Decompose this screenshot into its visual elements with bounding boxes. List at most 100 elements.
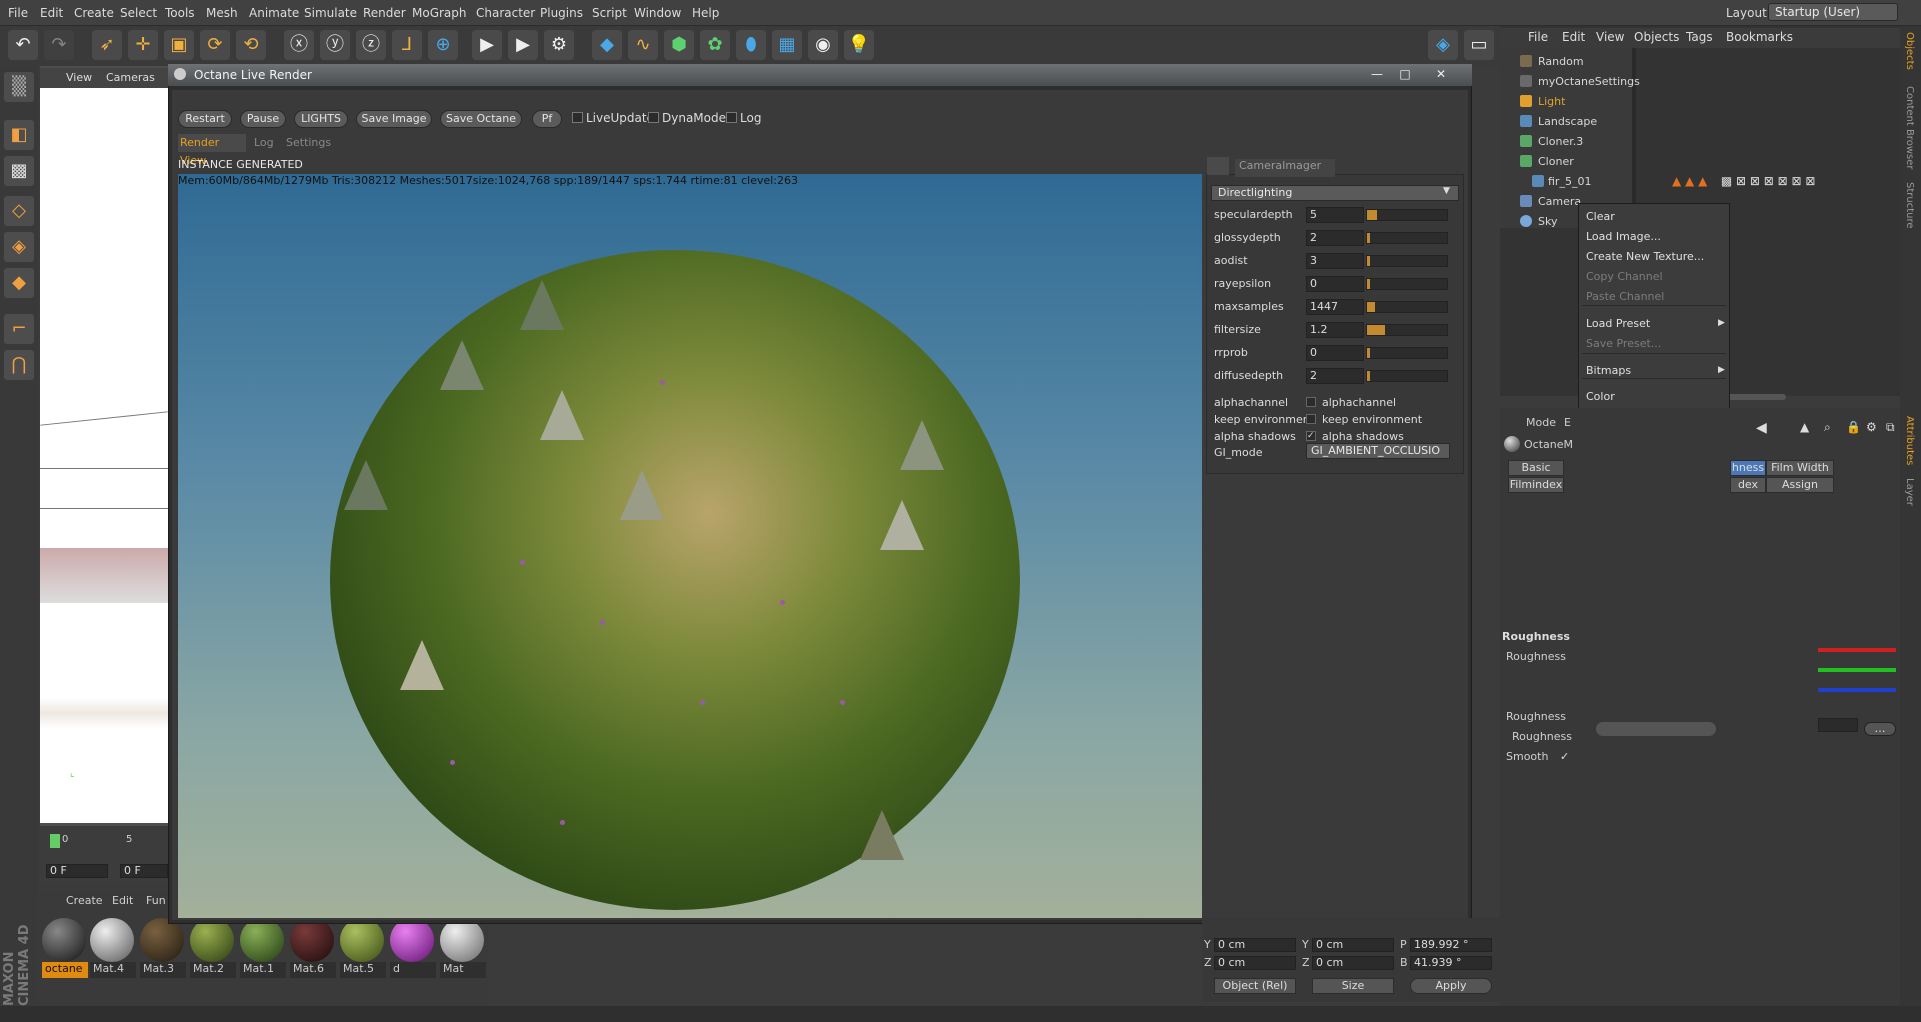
frame-current-field[interactable]: 0 F (120, 864, 168, 878)
object-mode-icon[interactable]: ◧ (4, 120, 34, 150)
material-swatch[interactable] (190, 918, 234, 962)
apply-button[interactable]: Apply (1410, 978, 1492, 994)
frame-start-field[interactable]: 0 F (46, 864, 108, 878)
tab-render-view[interactable]: Render View (178, 134, 246, 167)
points-mode-icon[interactable]: ◇ (4, 196, 34, 226)
panel-tab-handle[interactable] (1207, 157, 1229, 175)
mat-menu-edit[interactable]: Edit (112, 894, 133, 907)
octane-title-bar[interactable]: Octane Live Render — □ ✕ (168, 64, 1472, 86)
context-menu-item[interactable]: Create New Texture... (1586, 250, 1704, 263)
param-slider[interactable] (1366, 301, 1448, 313)
undo-icon[interactable]: ↶ (8, 30, 38, 60)
lock-icon[interactable]: 🔒 (1846, 420, 1861, 434)
om-menu-edit[interactable]: Edit (1562, 30, 1585, 44)
coordinate-system-icon[interactable]: ⅃ (392, 30, 422, 60)
material-label[interactable]: Mat.6 (290, 962, 336, 978)
dynamode-checkbox[interactable] (648, 112, 659, 123)
render-view-icon[interactable]: ▶ (472, 30, 502, 60)
tab-cameraimager[interactable]: CameraImager (1235, 159, 1335, 177)
param-value-field[interactable]: 2 (1306, 230, 1364, 246)
maximize-icon[interactable]: □ (1394, 66, 1416, 82)
polygons-mode-icon[interactable]: ◆ (4, 268, 34, 298)
search-icon[interactable]: ⌕ (1824, 420, 1831, 435)
viewport-menu-cameras[interactable]: Cameras (106, 71, 155, 84)
material-label[interactable]: octane (42, 962, 88, 978)
object-item[interactable]: Landscape (1538, 115, 1597, 128)
side-tab-attributes[interactable]: Attributes (1904, 416, 1915, 465)
toggle-checkbox[interactable]: ✓ (1306, 431, 1316, 441)
menu-character[interactable]: Character (476, 6, 535, 20)
octane-icon[interactable]: ◈ (1428, 30, 1458, 60)
spline-icon[interactable]: ∿ (628, 30, 658, 60)
param-slider[interactable] (1366, 370, 1448, 382)
material-swatch[interactable] (140, 918, 184, 962)
cone-tag-icon[interactable]: ▲ ▲ ▲ (1672, 174, 1707, 188)
side-tab-content-browser[interactable]: Content Browser (1904, 86, 1915, 169)
position-z-field[interactable]: 0 cm (1214, 956, 1296, 970)
move-tool-icon[interactable]: ✛ (128, 30, 158, 60)
kernel-select[interactable]: Directlighting (1211, 185, 1459, 201)
timeline-playhead[interactable] (50, 834, 60, 848)
red-channel-slider[interactable] (1818, 648, 1896, 652)
context-menu-item[interactable]: Color (1586, 390, 1615, 403)
param-value-field[interactable]: 5 (1306, 207, 1364, 223)
z-axis-icon[interactable]: ⓩ (356, 30, 386, 60)
render-settings-icon[interactable]: ⚙ (544, 30, 574, 60)
menu-tools[interactable]: Tools (165, 6, 195, 20)
close-icon[interactable]: ✕ (1430, 66, 1452, 82)
menu-mograph[interactable]: MoGraph (412, 6, 467, 20)
texture-mode-icon[interactable]: ▩ (4, 156, 34, 186)
select-tool-icon[interactable]: ➶ (92, 30, 122, 60)
menu-simulate[interactable]: Simulate (304, 6, 357, 20)
tab-log[interactable]: Log (254, 134, 274, 152)
settings-icon[interactable]: ⚙ (1866, 420, 1877, 434)
pause-button[interactable]: Pause (240, 110, 286, 128)
floor-icon[interactable]: ▦ (772, 30, 802, 60)
param-slider[interactable] (1366, 255, 1448, 267)
scale-tool-icon[interactable]: ▣ (164, 30, 194, 60)
scale-y-field[interactable]: 0 cm (1312, 938, 1394, 952)
material-swatch[interactable] (90, 918, 134, 962)
context-menu-item[interactable]: Load Image... (1586, 230, 1661, 243)
size-select[interactable]: Size (1312, 978, 1394, 994)
context-menu-item[interactable]: Clear (1586, 210, 1615, 223)
cube-icon[interactable]: ◆ (592, 30, 622, 60)
material-label[interactable]: Mat.2 (190, 962, 236, 978)
mat-menu-function[interactable]: Fun (146, 894, 166, 907)
minimize-icon[interactable]: — (1366, 66, 1388, 82)
object-item[interactable]: fir_5_01 (1548, 175, 1591, 188)
object-item[interactable]: Random (1538, 55, 1584, 68)
material-swatch[interactable] (340, 918, 384, 962)
edges-mode-icon[interactable]: ◈ (4, 232, 34, 262)
mat-menu-create[interactable]: Create (66, 894, 103, 907)
object-item-selected[interactable]: Light (1538, 95, 1565, 108)
menu-file[interactable]: File (8, 6, 28, 20)
menu-script[interactable]: Script (592, 6, 627, 20)
material-swatch[interactable] (390, 918, 434, 962)
pf-button[interactable]: Pf (532, 110, 562, 128)
material-label[interactable]: Mat (440, 962, 486, 978)
material-label[interactable]: Mat.1 (240, 962, 286, 978)
viewport-canvas[interactable]: ⌞ (40, 88, 168, 823)
param-slider[interactable] (1366, 278, 1448, 290)
redo-icon[interactable]: ↷ (44, 30, 74, 60)
light-bulb-icon[interactable]: 💡 (844, 30, 874, 60)
om-menu-file[interactable]: File (1528, 30, 1548, 44)
position-y-field[interactable]: 0 cm (1214, 938, 1296, 952)
attr-tab-basic[interactable]: Basic (1508, 460, 1564, 476)
material-swatch[interactable] (42, 918, 86, 962)
param-value-field[interactable]: 1.2 (1306, 322, 1364, 338)
object-rel-select[interactable]: Object (Rel) (1214, 978, 1296, 994)
timeline[interactable]: 0 5 0 F 0 F (40, 826, 168, 882)
save-image-button[interactable]: Save Image (356, 110, 432, 128)
material-swatch[interactable] (290, 918, 334, 962)
tab-settings[interactable]: Settings (286, 134, 331, 152)
green-channel-slider[interactable] (1818, 668, 1896, 672)
axis-mode-icon[interactable]: ⌐ (4, 314, 34, 344)
material-label[interactable]: Mat.5 (340, 962, 386, 978)
liveupdate-checkbox[interactable] (572, 112, 583, 123)
rotate-tool-icon[interactable]: ⟳ (200, 30, 230, 60)
texture-path-field[interactable] (1818, 718, 1858, 732)
attr-tab-assign[interactable]: Assign (1766, 477, 1834, 493)
om-menu-tags[interactable]: Tags (1686, 30, 1713, 44)
